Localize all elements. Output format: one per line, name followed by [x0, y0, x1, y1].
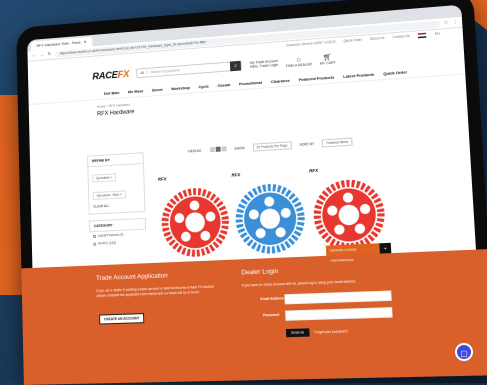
search-icon[interactable]: ⌕	[230, 60, 242, 72]
dealer-label: FIND A DEALER	[285, 61, 313, 68]
menu-item-promotional[interactable]: Promotional	[239, 80, 262, 87]
menu-item-quick-order[interactable]: Quick Order	[383, 69, 407, 76]
dealer-text: If you have an online account with us, p…	[241, 279, 357, 288]
menu-item-dirt-bike[interactable]: Dirt Bike	[104, 90, 120, 96]
product-brand: RFX	[157, 176, 167, 182]
trade-title: Trade Account Application	[96, 272, 168, 283]
list-view-icon[interactable]	[215, 146, 221, 152]
view-as-label: VIEW AS	[187, 148, 202, 154]
utility-contact[interactable]: Contact Us	[393, 34, 410, 39]
search-input[interactable]: Search for products	[148, 64, 231, 74]
language-select[interactable]: EN	[435, 32, 440, 36]
reload-icon[interactable]: ↻	[47, 51, 51, 57]
filter-sidebar: REFINE BY Sprockets × Sprockets - Rear ×…	[87, 152, 147, 248]
flag-icon[interactable]	[418, 32, 427, 38]
utility-quick-order[interactable]: Quick Order	[343, 38, 362, 43]
sort-label: SORT BY	[299, 141, 315, 147]
menu-item-workshop[interactable]: Workshop	[171, 85, 190, 91]
create-account-button[interactable]: CREATE AN ACCOUNT	[99, 313, 145, 325]
site-logo[interactable]: RACEFX	[92, 69, 129, 82]
email-label: Email Address	[260, 296, 285, 302]
tablet-frame: RFX Hardware Sale - Race ✕ ← → ↻ https:/…	[16, 0, 487, 385]
product-card[interactable]: RFX	[156, 173, 233, 262]
menu-item-latest[interactable]: Latest Products	[343, 72, 374, 79]
product-brand: RFX	[308, 167, 319, 174]
clear-all-link[interactable]: CLEAR ALL	[89, 199, 144, 212]
signin-button[interactable]: SIGN IN	[285, 328, 310, 338]
forward-icon[interactable]: →	[39, 52, 44, 58]
trade-text: If you are a dealer & wanting a trade ac…	[96, 284, 214, 298]
product-card[interactable]: RFX	[229, 169, 309, 259]
view-toggle	[209, 146, 227, 153]
search-bar: All Search for products ⌕	[136, 60, 243, 79]
filter-chip[interactable]: Sprockets - Rear ×	[92, 190, 126, 200]
logo-fx: FX	[117, 68, 130, 81]
checkbox[interactable]	[93, 242, 97, 246]
back-icon[interactable]: ←	[31, 53, 36, 59]
chevron-down-icon[interactable]: ⌄	[379, 242, 392, 254]
category-label: Latest Products (4)	[97, 232, 124, 238]
star-icon[interactable]: ☆	[444, 20, 449, 26]
forgot-password-link[interactable]: Forgot your password?	[314, 329, 348, 334]
product-card[interactable]: RFX	[307, 164, 389, 255]
dealer-title: Dealer Login	[241, 267, 279, 277]
menu-item-cycle[interactable]: Cycle	[198, 84, 209, 90]
close-icon[interactable]: ✕	[83, 37, 86, 47]
chat-icon[interactable]: ▢	[455, 343, 473, 361]
footer-account-band: Trade Account Application If you are a d…	[21, 249, 487, 385]
sprocket-image	[160, 181, 231, 260]
search-scope[interactable]: All	[137, 70, 148, 76]
utility-about[interactable]: About Us	[370, 36, 384, 41]
menu-icon[interactable]: ⋮	[453, 19, 459, 25]
filter-chip[interactable]: Sprockets ×	[92, 173, 116, 183]
sprocket-image	[234, 177, 307, 257]
cart-label: MY CART	[319, 60, 336, 66]
menu-item-casual[interactable]: Casual	[217, 82, 230, 88]
menu-item-clearance[interactable]: Clearance	[271, 78, 290, 84]
account-line2: Hello, Trade Login	[249, 62, 279, 69]
sprocket-image	[311, 172, 387, 253]
menu-item-mx-wear[interactable]: Mx Wear	[128, 88, 144, 94]
account-link[interactable]: My Trade Account Hello, Trade Login	[250, 59, 278, 69]
refine-panel: Sprockets × Sprockets - Rear × CLEAR ALL	[87, 163, 146, 215]
menu-item-featured[interactable]: Featured Products	[299, 75, 335, 82]
product-brand: RFX	[231, 172, 241, 178]
password-field[interactable]	[285, 307, 393, 321]
email-field[interactable]	[284, 290, 392, 305]
show-label: SHOW	[234, 146, 245, 151]
logo-text: RACE	[92, 69, 118, 82]
category-label: All RFX (132)	[97, 240, 117, 246]
cart-link[interactable]: 🛒︎ MY CART	[319, 53, 336, 66]
dealer-link[interactable]: ⌂ FIND A DEALER	[286, 55, 312, 68]
password-label: Password	[262, 312, 280, 318]
checkbox[interactable]	[93, 234, 96, 238]
menu-item-street[interactable]: Street	[152, 87, 163, 93]
grid-view-icon[interactable]	[209, 146, 215, 153]
compact-view-icon[interactable]	[221, 146, 227, 152]
